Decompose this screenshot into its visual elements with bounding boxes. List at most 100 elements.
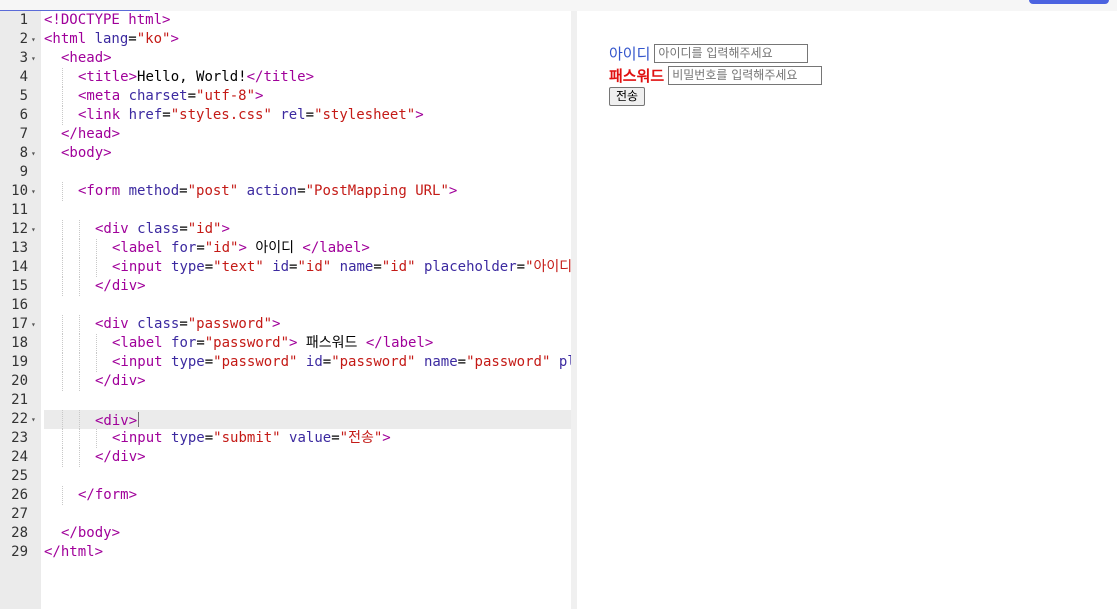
code-line[interactable]: 1 <!DOCTYPE html>	[0, 11, 571, 30]
token-tag: </form>	[78, 487, 138, 503]
code-line[interactable]: 22 ▾ <div>	[0, 410, 571, 429]
code-line-content: </form>	[44, 486, 571, 505]
token-txt: =	[297, 183, 306, 199]
line-number: 13	[11, 240, 28, 256]
code-line[interactable]: 10 ▾ <form method="post" action="PostMappi…	[0, 182, 571, 201]
line-number: 6	[19, 107, 28, 123]
line-number: 22	[11, 411, 28, 427]
fold-arrow-icon[interactable]: ▾	[31, 182, 41, 201]
token-str: "password"	[466, 354, 551, 370]
code-line[interactable]: 17 ▾ <div class="password">	[0, 315, 571, 334]
run-button[interactable]	[1029, 0, 1109, 4]
token-txt: =	[179, 221, 188, 237]
code-line[interactable]: 7 </head>	[0, 125, 571, 144]
token-tag: >	[170, 31, 179, 47]
token-attr: lang	[94, 31, 129, 47]
code-line[interactable]: 2 ▾ <html lang="ko">	[0, 30, 571, 49]
line-number: 21	[11, 392, 28, 408]
token-str: "아이디	[525, 259, 571, 275]
line-number: 23	[11, 430, 28, 446]
code-line[interactable]: 6 <link href="styles.css" rel="stylesheet…	[0, 106, 571, 125]
token-attr: action	[246, 183, 298, 199]
text-caret	[138, 412, 140, 427]
code-line[interactable]: 4 <title>Hello, World!</title>	[0, 68, 571, 87]
fold-arrow-icon[interactable]: ▾	[31, 220, 41, 239]
code-line[interactable]: 9	[0, 163, 571, 182]
submit-row	[609, 87, 646, 106]
fold-arrow-icon[interactable]: ▾	[31, 49, 41, 68]
code-line[interactable]: 15 </div>	[0, 277, 571, 296]
line-number: 16	[11, 297, 28, 313]
token-attr: type	[171, 354, 205, 370]
submit-button[interactable]	[609, 87, 646, 106]
token-attr: class	[137, 316, 180, 332]
token-tag: <title>	[78, 69, 138, 85]
code-line[interactable]: 27	[0, 505, 571, 524]
code-line[interactable]: 26 </form>	[0, 486, 571, 505]
code-line[interactable]: 8 ▾ <body>	[0, 144, 571, 163]
id-input[interactable]	[654, 44, 809, 63]
token-attr: method	[128, 183, 180, 199]
token-txt: =	[196, 335, 205, 351]
code-line[interactable]: 3 ▾ <head>	[0, 49, 571, 68]
code-line-content: <head>	[44, 49, 571, 68]
token-attr: rel	[280, 107, 306, 123]
code-line[interactable]: 23 <input type="submit" value="전송">	[0, 429, 571, 448]
code-line[interactable]: 18 <label for="password"> 패스워드 </label>	[0, 334, 571, 353]
line-number: 25	[11, 468, 28, 484]
code-line[interactable]: 21	[0, 391, 571, 410]
token-tag: </div>	[95, 449, 146, 465]
fold-arrow-icon[interactable]: ▾	[31, 315, 41, 334]
code-line-content	[44, 467, 571, 486]
token-str: "id"	[187, 221, 222, 237]
token-tag: <meta	[78, 88, 129, 104]
code-line-content: <form method="post" action="PostMapping …	[44, 182, 571, 201]
token-attr: charset	[128, 88, 188, 104]
code-line[interactable]: 25	[0, 467, 571, 486]
token-txt: =	[305, 107, 315, 123]
password-input[interactable]	[668, 66, 823, 85]
code-line-content: </body>	[44, 524, 571, 543]
code-line[interactable]: 19 <input type="password" id="password" n…	[0, 353, 571, 372]
code-line[interactable]: 11	[0, 201, 571, 220]
token-tag: </title>	[246, 69, 315, 85]
code-line[interactable]: 14 <input type="text" id="id" name="id" p…	[0, 258, 571, 277]
code-line-content	[44, 391, 571, 410]
code-line[interactable]: 20 </div>	[0, 372, 571, 391]
token-attr: type	[171, 259, 205, 275]
token-str: "password"	[331, 354, 416, 370]
token-tag: </label>	[365, 335, 434, 351]
line-number: 20	[11, 373, 28, 389]
code-line[interactable]: 24 </div>	[0, 448, 571, 467]
token-tag: </div>	[95, 373, 146, 389]
token-txt: =	[179, 183, 188, 199]
code-line-content: <div class="id">	[44, 220, 571, 239]
code-line[interactable]: 29 </html>	[0, 543, 571, 562]
line-number: 28	[11, 525, 28, 541]
token-tag: >	[448, 183, 458, 199]
fold-arrow-icon[interactable]: ▾	[31, 144, 41, 163]
fold-arrow-icon[interactable]: ▾	[31, 30, 41, 49]
code-editor[interactable]: 1 <!DOCTYPE html> 2 ▾ <html lang="ko"> 3 ▾ <hea…	[0, 11, 571, 609]
token-tag: <div	[95, 221, 138, 237]
token-str: "전송"	[339, 430, 383, 446]
code-line[interactable]: 13 <label for="id"> 아이디 </label>	[0, 239, 571, 258]
token-tag: <label	[112, 240, 172, 256]
code-line[interactable]: 16	[0, 296, 571, 315]
token-str: "ko"	[136, 31, 171, 47]
token-attr: class	[137, 221, 180, 237]
line-number: 2	[19, 31, 28, 47]
token-attr: href	[128, 107, 163, 123]
token-attr: value	[289, 430, 332, 446]
fold-arrow-icon[interactable]: ▾	[31, 410, 41, 429]
code-line[interactable]: 12 ▾ <div class="id">	[0, 220, 571, 239]
code-line[interactable]: 28 </body>	[0, 524, 571, 543]
token-attr: for	[171, 335, 197, 351]
token-tag: >	[382, 430, 391, 446]
token-tag: <input	[112, 259, 172, 275]
code-line-content: <!DOCTYPE html>	[44, 11, 571, 30]
code-line[interactable]: 5 <meta charset="utf-8">	[0, 87, 571, 106]
